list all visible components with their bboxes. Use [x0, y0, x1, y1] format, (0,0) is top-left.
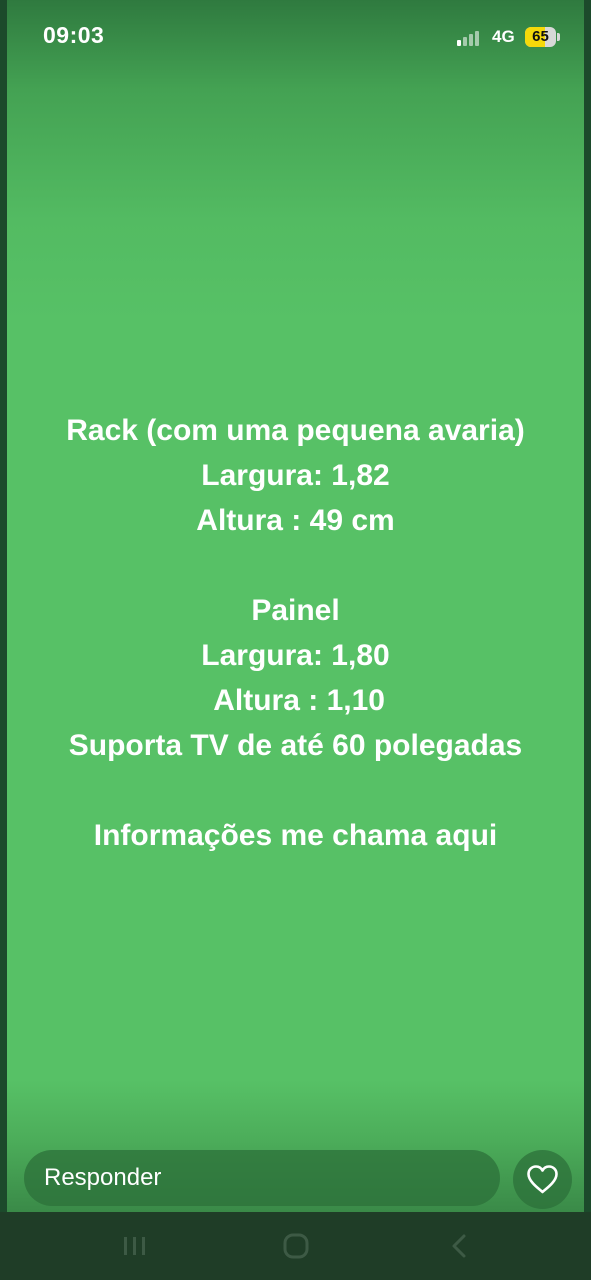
- back-icon: [452, 1234, 466, 1258]
- back-button[interactable]: [440, 1230, 480, 1262]
- home-icon: [283, 1233, 309, 1259]
- recent-apps-icon: [124, 1237, 145, 1255]
- like-button[interactable]: [513, 1150, 572, 1209]
- story-line-panel-height: Altura : 1,10: [206, 684, 385, 717]
- signal-icon: [457, 28, 485, 46]
- story-text: Rack (com uma pequena avaria) Largura: 1…: [7, 408, 584, 858]
- story-line-blank: [7, 768, 584, 813]
- battery-percent: 65: [532, 28, 549, 45]
- reply-placeholder: Responder: [44, 1164, 162, 1191]
- reply-input[interactable]: Responder: [24, 1150, 500, 1206]
- story-line-rack-height: Altura : 49 cm: [196, 504, 395, 537]
- story-line-blank: [7, 543, 584, 588]
- status-time: 09:03: [43, 22, 105, 48]
- right-frame: [584, 0, 591, 1212]
- status-bar: 09:03 4G 65: [0, 0, 591, 76]
- story-viewer: 09:03 4G 65 Rack (com uma pequena avaria…: [0, 0, 591, 1280]
- story-line-tv-support: Suporta TV de até 60 polegadas: [68, 729, 523, 762]
- navigation-bar: [0, 1212, 591, 1280]
- story-line-rack: Rack (com uma pequena avaria): [66, 414, 525, 447]
- story-line-rack-width: Largura: 1,82: [201, 459, 390, 492]
- story-line-panel: Painel: [251, 594, 340, 627]
- home-button[interactable]: [276, 1230, 316, 1262]
- recent-apps-button[interactable]: [115, 1230, 155, 1262]
- heart-icon: [527, 1165, 558, 1194]
- story-line-panel-width: Largura: 1,80: [201, 639, 390, 672]
- network-type: 4G: [492, 27, 515, 46]
- battery-icon: 65: [525, 27, 560, 47]
- story-line-contact: Informações me chama aqui: [93, 819, 498, 852]
- left-frame: [0, 0, 7, 1212]
